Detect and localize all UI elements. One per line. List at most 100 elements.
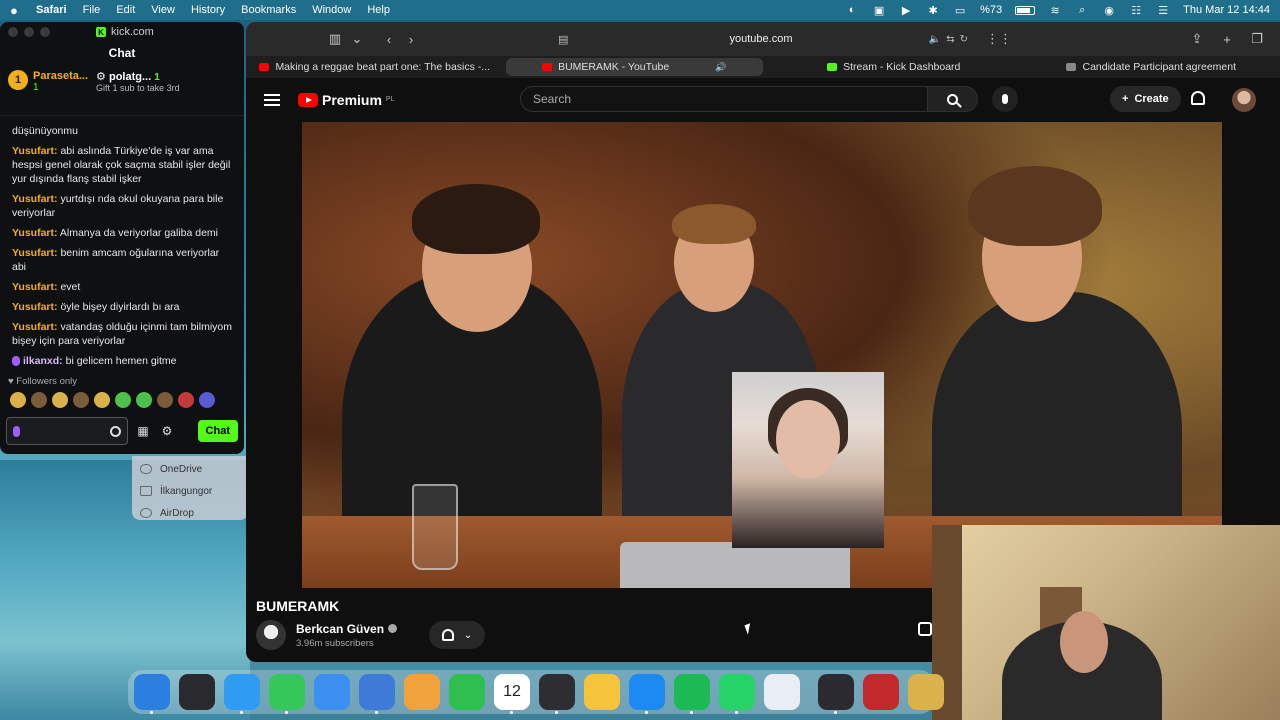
emote-icon[interactable]: [73, 392, 89, 408]
close-icon[interactable]: [8, 27, 18, 37]
account-avatar[interactable]: [1232, 88, 1256, 112]
menu-window[interactable]: Window: [312, 4, 351, 16]
share-icon[interactable]: ⇪: [1186, 29, 1208, 49]
address-bar[interactable]: ▤ youtube.com 🔈 ⇆ ↻: [546, 28, 976, 50]
emote-icon[interactable]: [31, 392, 47, 408]
voice-search-button[interactable]: [992, 86, 1018, 112]
apple-menu-icon[interactable]: ●: [10, 3, 24, 18]
bluetooth-icon[interactable]: ✱: [926, 4, 940, 17]
chat-send-button[interactable]: Chat: [197, 420, 238, 442]
dock-safari-icon[interactable]: [224, 674, 260, 714]
clock[interactable]: Thu Mar 12 14:44: [1183, 4, 1270, 16]
finder-item-airdrop[interactable]: AirDrop: [140, 502, 240, 524]
battery-icon[interactable]: [1015, 5, 1036, 15]
chat-username[interactable]: Yusufart:: [12, 227, 58, 239]
close-icon[interactable]: [258, 33, 270, 45]
page-menu-icon[interactable]: ▤: [558, 33, 568, 46]
subscription-notifications-button[interactable]: ⌄: [429, 621, 486, 649]
tab-candidate-agreement[interactable]: Candidate Participant agreement: [1023, 56, 1280, 78]
dock-misc-icon[interactable]: [908, 674, 944, 710]
leader-second[interactable]: ⚙ polatg... 1 Gift 1 sub to take 3rd: [96, 70, 180, 109]
dock-notes-icon[interactable]: [584, 674, 620, 710]
reload-icon[interactable]: ↻: [960, 34, 968, 45]
dock-mail-icon[interactable]: [314, 674, 350, 710]
leader-first[interactable]: 1 Paraseta... 1: [8, 70, 88, 109]
control-center-icon[interactable]: ☷: [1129, 4, 1143, 17]
menu-history[interactable]: History: [191, 4, 225, 16]
chat-username[interactable]: Yusufart:: [12, 247, 58, 259]
dock-reminders-icon[interactable]: [539, 674, 575, 714]
emote-icon[interactable]: [115, 392, 131, 408]
emote-icon[interactable]: [10, 392, 26, 408]
menu-bookmarks[interactable]: Bookmarks: [241, 4, 296, 16]
chat-username[interactable]: ilkanxd:: [23, 355, 63, 367]
user-switch-icon[interactable]: ☰: [1156, 4, 1170, 17]
search-button[interactable]: [928, 86, 978, 112]
dock-app-store-alt-icon[interactable]: [359, 674, 395, 714]
zoom-icon[interactable]: [40, 27, 50, 37]
tab-bumeramk[interactable]: BUMERAMK - YouTube 🔊: [505, 58, 763, 76]
dock-facetime-icon[interactable]: [449, 674, 485, 710]
dock-finder-icon[interactable]: [134, 674, 170, 714]
channel-name[interactable]: Berkcan Güven: [296, 622, 398, 636]
new-tab-icon[interactable]: +: [1216, 29, 1238, 49]
translate-icon[interactable]: ⇆: [946, 34, 954, 45]
chat-username[interactable]: Yusufart:: [12, 301, 58, 313]
emote-icon[interactable]: [157, 392, 173, 408]
menu-view[interactable]: View: [151, 4, 175, 16]
emote-icon[interactable]: [199, 392, 215, 408]
forward-icon[interactable]: ›: [400, 29, 422, 49]
tab-reggae-beat[interactable]: Making a reggae beat part one: The basic…: [246, 56, 504, 78]
emote-icon[interactable]: [94, 392, 110, 408]
dock-messages-icon[interactable]: [269, 674, 305, 714]
chat-username[interactable]: Yusufart:: [12, 321, 58, 333]
minimize-icon[interactable]: [276, 33, 288, 45]
menu-app-name[interactable]: Safari: [36, 4, 67, 16]
chat-input[interactable]: [6, 417, 128, 445]
emoji-icon[interactable]: [110, 425, 121, 437]
create-button[interactable]: + Create: [1110, 86, 1181, 112]
tab-audio-icon[interactable]: 🔊: [715, 62, 726, 73]
tab-overview-icon[interactable]: ❐: [1246, 29, 1268, 49]
tab-kick-dashboard[interactable]: Stream - Kick Dashboard: [765, 56, 1023, 78]
play-circle-icon[interactable]: ▶: [899, 4, 913, 17]
dock-launchpad-icon[interactable]: [179, 674, 215, 710]
finder-item-home[interactable]: İlkangungor: [140, 480, 240, 502]
youtube-logo[interactable]: Premium PL: [298, 92, 394, 108]
spotlight-icon[interactable]: ⌕: [1075, 4, 1089, 16]
dock-recorder-icon[interactable]: [863, 674, 899, 710]
menu-help[interactable]: Help: [367, 4, 390, 16]
video-player[interactable]: [302, 122, 1222, 588]
display-icon[interactable]: ▭: [953, 4, 967, 17]
emote-icon[interactable]: [52, 392, 68, 408]
menu-edit[interactable]: Edit: [116, 4, 135, 16]
dock-calendar-icon[interactable]: 12: [494, 674, 530, 714]
channel-avatar[interactable]: [256, 620, 286, 650]
settings-gear-icon[interactable]: ⚙: [158, 422, 176, 440]
chevron-down-icon[interactable]: ⌄: [346, 29, 368, 49]
emote-icon[interactable]: [178, 392, 194, 408]
chat-username[interactable]: Yusufart:: [12, 193, 58, 205]
menu-file[interactable]: File: [83, 4, 101, 16]
search-input[interactable]: Search: [520, 86, 928, 112]
extensions-grid-icon[interactable]: ⋮⋮: [986, 29, 1012, 49]
dock-obs-icon[interactable]: [818, 674, 854, 714]
share-icon[interactable]: [918, 622, 932, 636]
mic-icon[interactable]: [13, 425, 20, 437]
zoom-icon[interactable]: [294, 33, 306, 45]
sidebar-toggle-icon[interactable]: ▥: [324, 29, 346, 49]
chat-username[interactable]: Yusufart:: [12, 281, 58, 293]
chat-username[interactable]: Yusufart:: [12, 145, 58, 157]
gift-box-icon[interactable]: ▦: [134, 422, 152, 440]
dock-app-store-icon[interactable]: [629, 674, 665, 714]
back-icon[interactable]: ‹: [378, 29, 400, 49]
dock-photos-icon[interactable]: [404, 674, 440, 710]
notifications-bell-icon[interactable]: [1191, 91, 1205, 105]
dock-files-icon[interactable]: [764, 674, 800, 710]
status-app-icon[interactable]: ◐: [845, 4, 859, 16]
minimize-icon[interactable]: [24, 27, 34, 37]
speaker-icon[interactable]: 🔈: [929, 34, 941, 45]
menu-icon[interactable]: [264, 94, 280, 106]
emote-icon[interactable]: [136, 392, 152, 408]
dock-spotify-icon[interactable]: [674, 674, 710, 714]
